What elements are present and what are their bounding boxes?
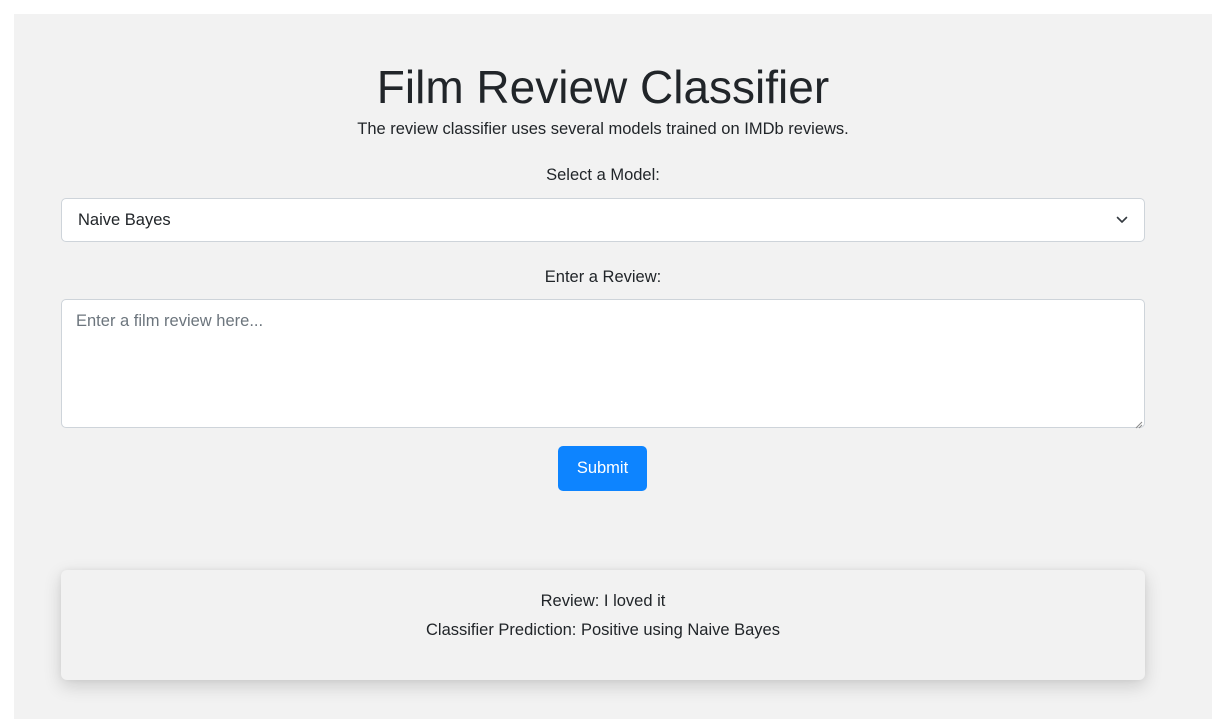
result-prediction-text: Classifier Prediction: Positive using Na… [426, 621, 780, 639]
review-input-label: Enter a Review: [544, 268, 662, 286]
page-container: Film Review Classifier The review classi… [14, 14, 1212, 719]
page-subtitle: The review classifier uses several model… [357, 120, 849, 138]
model-select-label: Select a Model: [546, 166, 660, 184]
result-card: Review: I loved it Classifier Prediction… [61, 570, 1145, 680]
page-title: Film Review Classifier [376, 61, 830, 113]
model-select-value: Naive Bayes [78, 210, 171, 229]
review-textarea[interactable] [61, 299, 1145, 428]
submit-button[interactable]: Submit [558, 446, 647, 491]
chevron-down-icon [1116, 214, 1128, 226]
model-select[interactable]: Naive Bayes [61, 198, 1145, 242]
result-review-text: Review: I loved it [540, 592, 666, 610]
